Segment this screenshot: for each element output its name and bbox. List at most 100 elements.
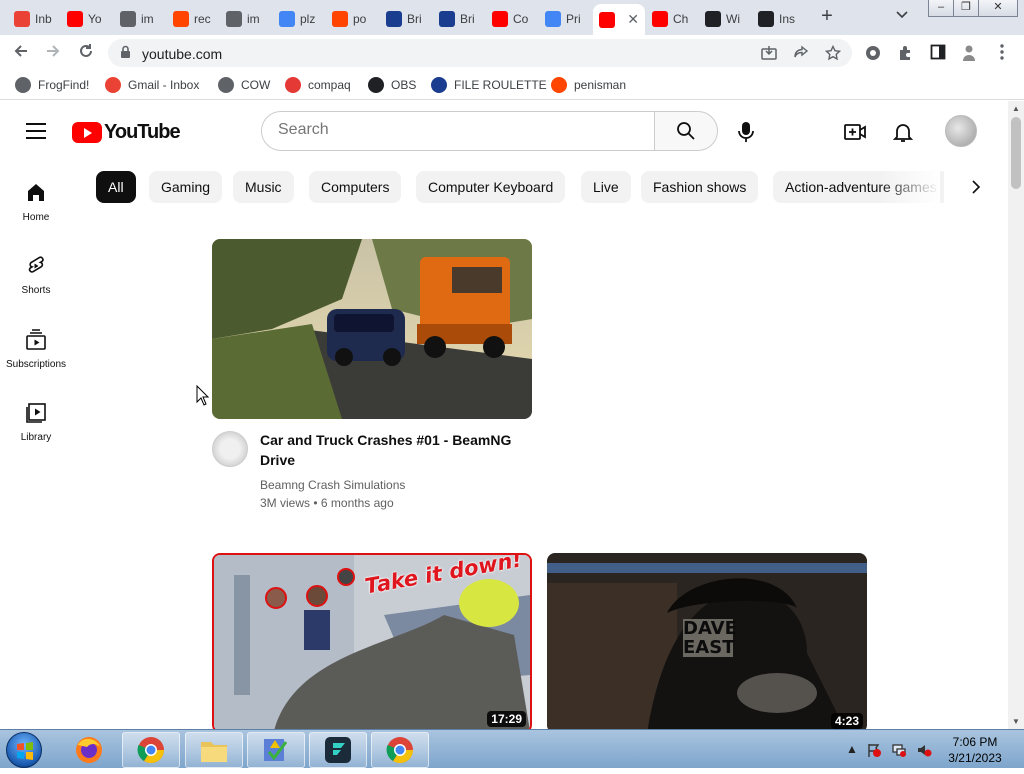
mouse-cursor-icon	[196, 385, 210, 406]
browser-tab[interactable]: Bri	[380, 4, 432, 33]
filter-chip[interactable]: Live	[581, 171, 631, 203]
start-button[interactable]	[6, 732, 42, 768]
bookmark-item[interactable]: COW	[218, 76, 270, 94]
taskbar-chrome-2[interactable]	[371, 732, 429, 768]
browser-tab[interactable]: Pri	[539, 4, 591, 33]
taskbar-filmora[interactable]	[309, 732, 367, 768]
video-thumbnail[interactable]	[212, 239, 532, 419]
share-icon[interactable]	[792, 45, 810, 63]
search-button[interactable]	[654, 111, 718, 151]
browser-tab[interactable]: Ch	[646, 4, 698, 33]
bookmark-star-icon[interactable]	[824, 44, 842, 63]
minimize-button[interactable]: –	[928, 0, 954, 17]
search-box[interactable]	[261, 111, 655, 151]
notifications-button[interactable]	[891, 120, 915, 144]
lock-icon	[121, 45, 130, 58]
browser-tab[interactable]: Ins	[752, 4, 804, 33]
maximize-button[interactable]: ❐	[953, 0, 979, 17]
bookmark-item[interactable]: Gmail - Inbox	[105, 76, 199, 94]
bookmark-item[interactable]: FrogFind!	[15, 76, 89, 94]
side-panel-icon[interactable]	[929, 44, 947, 62]
taskbar-file-explorer[interactable]	[185, 732, 243, 768]
browser-tab[interactable]: im	[220, 4, 272, 33]
guide-menu-button[interactable]	[26, 123, 46, 139]
guide-item-home[interactable]: Home	[0, 181, 72, 255]
scroll-up-icon[interactable]: ▲	[1012, 104, 1020, 113]
scrollbar-thumb[interactable]	[1011, 117, 1021, 189]
google-icon	[279, 10, 295, 27]
tab-search-chevron-icon[interactable]	[896, 8, 908, 22]
video-thumbnail[interactable]: DAVE EAST 4:23	[547, 553, 867, 729]
channel-name[interactable]: Beamng Crash Simulations	[260, 476, 405, 494]
youtube-logo[interactable]: YouTube	[72, 121, 181, 144]
video-title[interactable]: Car and Truck Crashes #01 - BeamNG Drive	[260, 430, 530, 470]
filter-chip[interactable]: Computer Keyboard	[416, 171, 566, 203]
action-center-flag-icon[interactable]	[866, 742, 882, 758]
browser-tab[interactable]: Yo	[61, 4, 113, 33]
install-app-icon[interactable]	[760, 45, 778, 63]
guide-item-subscriptions[interactable]: Subscriptions	[0, 328, 72, 402]
filter-chip[interactable]: Fashion shows	[641, 171, 759, 203]
filter-chip-bar: All Gaming Music Computers Computer Keyboard…	[96, 171, 944, 203]
github-icon	[758, 10, 774, 27]
account-avatar[interactable]	[945, 115, 977, 147]
windows-logo-icon	[17, 742, 33, 760]
browser-tab[interactable]: im	[114, 4, 166, 33]
voice-search-button[interactable]	[735, 120, 757, 144]
page-scrollbar[interactable]: ▲ ▼	[1008, 101, 1024, 729]
taskbar-firefox[interactable]	[60, 732, 118, 768]
browser-tab[interactable]: ✕	[593, 4, 645, 35]
guide-item-library[interactable]: Library	[0, 401, 72, 475]
extension-icon[interactable]	[864, 44, 882, 62]
create-button[interactable]	[843, 120, 867, 144]
network-icon[interactable]	[891, 742, 907, 758]
github-icon	[368, 77, 384, 93]
show-hidden-icons-icon[interactable]: ▲	[846, 742, 858, 756]
filter-chip[interactable]: Music	[233, 171, 294, 203]
browser-tab[interactable]: Wi	[699, 4, 751, 33]
tab-title: Bri	[407, 11, 422, 26]
browser-tab[interactable]: Bri	[433, 4, 485, 33]
bookmark-item[interactable]: OBS	[368, 76, 416, 94]
browser-tab[interactable]: rec	[167, 4, 219, 33]
volume-muted-icon[interactable]	[916, 742, 932, 758]
browser-tab[interactable]: po	[326, 4, 378, 33]
taskbar-task-app[interactable]	[247, 732, 305, 768]
bookmark-item[interactable]: compaq	[285, 76, 351, 94]
address-bar[interactable]: youtube.com	[108, 39, 852, 67]
scroll-down-icon[interactable]: ▼	[1012, 717, 1020, 726]
bookmark-item[interactable]: penisman	[551, 76, 626, 94]
filter-chip[interactable]: All	[96, 171, 136, 203]
browser-tab[interactable]: plz	[273, 4, 325, 33]
filter-chip[interactable]: Gaming	[149, 171, 223, 203]
system-clock[interactable]: 7:06 PM 3/21/2023	[940, 734, 1010, 766]
search-input[interactable]	[278, 121, 638, 139]
bri-icon	[439, 10, 455, 27]
meta-dot: •	[313, 496, 321, 510]
back-button[interactable]	[9, 41, 33, 65]
reload-button[interactable]	[74, 41, 98, 65]
close-window-button[interactable]: ✕	[978, 0, 1018, 17]
chrome-menu-icon[interactable]	[993, 44, 1011, 62]
youtube-play-icon	[72, 122, 102, 143]
tab-title: Co	[513, 11, 529, 26]
extensions-puzzle-icon[interactable]	[897, 44, 915, 62]
new-tab-button[interactable]: +	[817, 6, 837, 27]
filter-chip[interactable]: Computers	[309, 171, 402, 203]
taskbar-chrome-1[interactable]	[122, 732, 180, 768]
menu-line	[26, 137, 46, 139]
bookmark-item[interactable]: FILE ROULETTE	[431, 76, 547, 94]
channel-avatar[interactable]	[212, 431, 248, 467]
search-icon	[677, 122, 695, 140]
browser-tab[interactable]: Co	[486, 4, 538, 33]
browser-tab[interactable]: Inb	[8, 4, 60, 33]
profile-icon[interactable]	[960, 44, 978, 62]
video-thumbnail[interactable]: Take it down! 17:29	[212, 553, 532, 729]
chevron-right-icon	[972, 180, 981, 194]
chips-next-button[interactable]	[968, 179, 984, 195]
forward-button[interactable]	[41, 41, 65, 65]
close-tab-icon[interactable]: ✕	[627, 11, 639, 28]
bri-icon	[386, 10, 402, 27]
guide-item-shorts[interactable]: Shorts	[0, 254, 72, 328]
reddit-icon	[332, 10, 348, 27]
